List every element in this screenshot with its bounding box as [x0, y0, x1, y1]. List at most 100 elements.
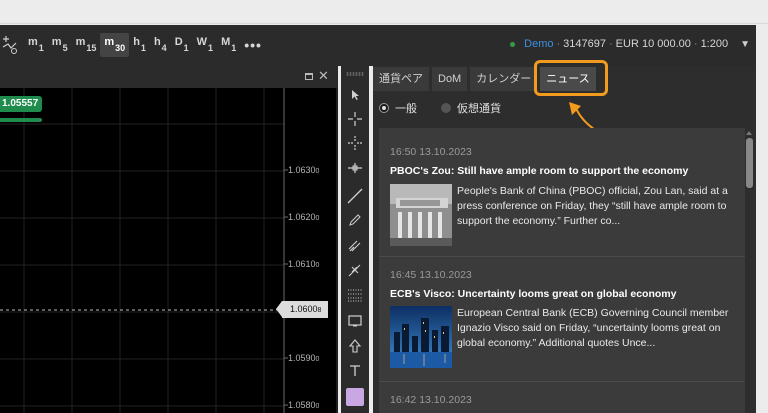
crosshair-icon[interactable] [346, 110, 364, 128]
tab-dom[interactable]: DoM [432, 67, 468, 91]
news-list: 16:50 13.10.2023 PBOC's Zou: Still have … [379, 128, 745, 413]
more-timeframes-button[interactable]: ••• [244, 33, 262, 57]
top-toolbar: m 1 m 5 m 15 m 30 h 1 h 4 D 1 W 1 M 1 ••• Demo · 3147697 ·… [0, 25, 756, 66]
timeframe-letter: m [51, 36, 62, 48]
timeframe-m15-button[interactable]: m 15 [72, 33, 101, 57]
y-axis-label-main: 1.0590 [288, 353, 316, 363]
account-info[interactable]: Demo · 3147697 · EUR 10 000.00 · 1:200 ▼ [510, 38, 750, 50]
y-axis-label-small: 0 [315, 356, 320, 363]
pitchfork-icon[interactable] [346, 261, 364, 279]
timeframe-m1-button[interactable]: m1 [24, 33, 48, 57]
tab-currency-pairs[interactable]: 通貨ペア [373, 67, 429, 91]
arrow-up-icon[interactable] [346, 337, 364, 355]
timeframe-letter: m [104, 36, 115, 48]
scroll-up-icon[interactable] [746, 131, 752, 135]
window-frame-right [756, 24, 768, 413]
timeframe-number: 1 [231, 43, 237, 53]
timeframe-number: 5 [62, 43, 68, 53]
timeframe-D1-button[interactable]: D1 [171, 33, 193, 57]
news-time: 16:42 13.10.2023 [390, 394, 472, 406]
current-price-main: 1.0600 [290, 304, 318, 314]
chart-settings-icon[interactable] [2, 35, 18, 55]
price-badge-bar [0, 118, 42, 122]
timeframe-letter: m [75, 36, 86, 48]
chart-grid [0, 88, 288, 413]
news-item[interactable]: 16:42 13.10.2023 [379, 382, 745, 413]
timeframe-m30-button[interactable]: m 30 [100, 33, 130, 57]
account-dropdown-icon[interactable]: ▼ [740, 39, 750, 50]
account-number: 3147697 [563, 38, 606, 50]
news-title[interactable]: PBOC's Zou: Still have ample room to sup… [390, 165, 688, 177]
news-item[interactable]: 16:50 13.10.2023 PBOC's Zou: Still have … [379, 128, 745, 256]
news-thumbnail[interactable] [390, 306, 452, 368]
timeframe-number: 1 [38, 43, 44, 53]
timeframe-M1-button[interactable]: M1 [217, 33, 240, 57]
filter-crypto-radio[interactable] [441, 103, 451, 113]
account-mode: Demo [524, 38, 554, 50]
timeframe-number: 1 [208, 43, 214, 53]
account-balance: EUR 10 000.00 [615, 38, 691, 50]
y-axis-label: 1.06100 [288, 259, 319, 269]
fibonacci-icon[interactable] [346, 286, 364, 304]
text-tool-icon[interactable] [346, 362, 364, 380]
color-swatch[interactable] [346, 388, 364, 406]
maximize-icon[interactable] [305, 73, 313, 80]
timeframe-letter: M [221, 36, 231, 48]
current-price-marker: 1.06008 [276, 301, 328, 318]
timeframe-number: 1 [140, 43, 146, 53]
timeframe-number: 4 [161, 43, 167, 53]
news-title[interactable]: ECB's Visco: Uncertainty looms great on … [390, 288, 676, 300]
tab-highlight-frame [534, 60, 608, 96]
drag-handle-icon[interactable] [346, 72, 364, 76]
timeframe-selector: m 1 m 5 m 15 m 30 h 1 h 4 D 1 W 1 M 1 ••• [24, 33, 262, 57]
channel-tool-icon[interactable] [346, 236, 364, 254]
timeframe-letter: D [174, 36, 183, 48]
y-axis-label-main: 1.0620 [288, 212, 316, 222]
timeframe-letter: m [28, 36, 38, 48]
timeframe-number: 15 [86, 43, 97, 53]
news-item[interactable]: 16:45 13.10.2023 ECB's Visco: Uncertaint… [379, 257, 745, 381]
chart-header: ✕ [0, 66, 338, 88]
account-separator: · [556, 38, 561, 50]
y-axis-label-small: 0 [315, 262, 320, 269]
scroll-thumb[interactable] [746, 138, 753, 188]
tab-calendar[interactable]: カレンダー [470, 67, 538, 91]
timeframe-number: 1 [183, 43, 189, 53]
horizontal-line-tool-icon[interactable] [346, 159, 364, 177]
timeframe-letter: W [196, 36, 208, 48]
filter-crypto-label: 仮想通貨 [457, 103, 501, 115]
crosshair-dashed-icon[interactable] [346, 134, 364, 152]
timeframe-m5-button[interactable]: m5 [48, 33, 72, 57]
y-axis-label: 1.06200 [288, 212, 319, 222]
y-axis-label-main: 1.0610 [288, 259, 316, 269]
news-time: 16:45 13.10.2023 [390, 269, 472, 281]
account-leverage: 1:200 [700, 38, 729, 50]
y-axis-label: 1.05900 [288, 353, 319, 363]
news-filter-group: 一般 仮想通貨 [379, 100, 501, 116]
y-axis-label-main: 1.0630 [288, 165, 316, 175]
connection-status-icon [510, 41, 516, 47]
timeframe-letter: h [153, 36, 161, 48]
trend-line-icon[interactable] [346, 187, 364, 205]
price-chart[interactable]: 1.05557 1.06300 1.06200 1.06100 1.05900 … [0, 88, 336, 413]
app-window: m 1 m 5 m 15 m 30 h 1 h 4 D 1 W 1 M 1 ••• Demo · 3147697 ·… [0, 0, 768, 413]
timeframe-W1-button[interactable]: W1 [193, 33, 217, 57]
filter-general-label: 一般 [395, 103, 417, 115]
news-body: People's Bank of China (PBOC) official, … [457, 185, 728, 227]
timeframe-letter: h [133, 36, 140, 48]
pencil-icon[interactable] [346, 211, 364, 229]
filter-general-radio[interactable] [379, 103, 389, 113]
news-thumbnail[interactable] [390, 184, 452, 246]
y-axis-label: 1.06300 [288, 165, 319, 175]
account-separator: · [609, 38, 613, 50]
news-body: European Central Bank (ECB) Governing Co… [457, 307, 729, 349]
y-axis-label-small: 0 [315, 168, 320, 175]
rectangle-icon[interactable] [346, 312, 364, 330]
cursor-icon[interactable] [346, 86, 364, 104]
timeframe-h4-button[interactable]: h4 [150, 33, 171, 57]
current-price-small: 8 [317, 307, 322, 314]
window-top-strip [0, 0, 768, 24]
close-icon[interactable]: ✕ [318, 68, 329, 84]
news-scrollbar[interactable] [745, 128, 754, 413]
timeframe-h1-button[interactable]: h1 [129, 33, 150, 57]
